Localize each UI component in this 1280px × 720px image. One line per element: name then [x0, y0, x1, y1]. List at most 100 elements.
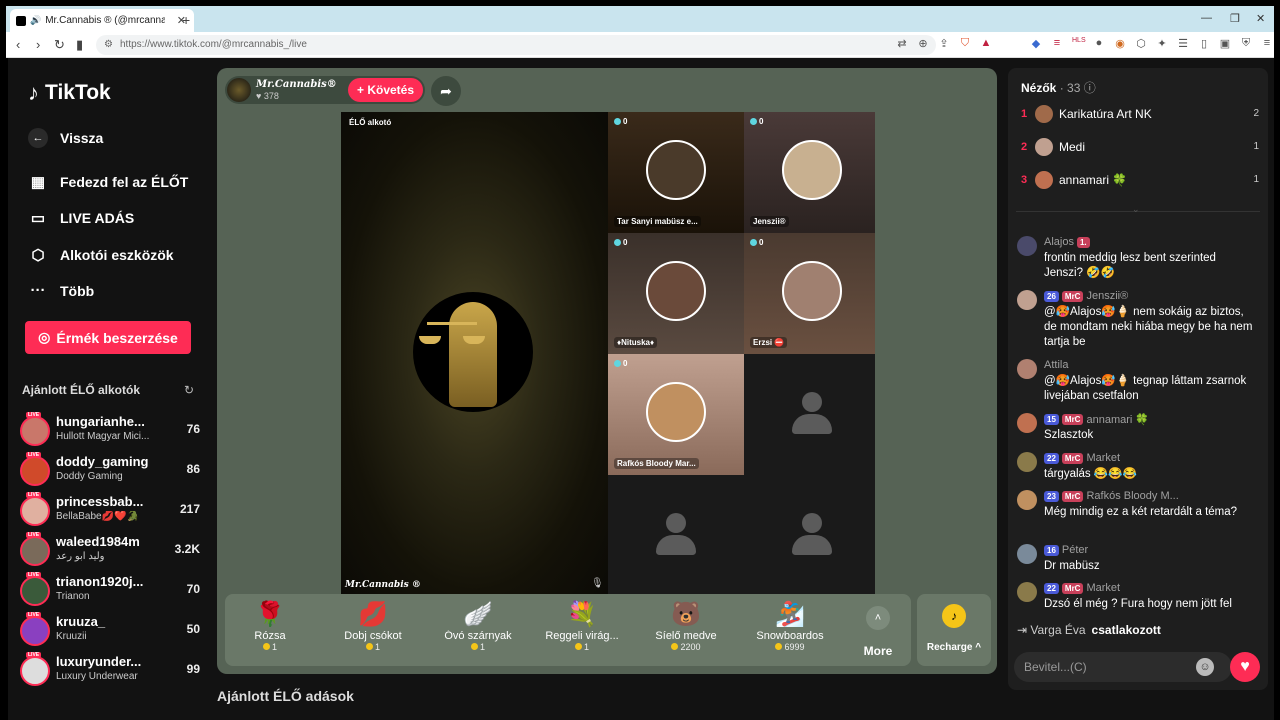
guest-avatar [782, 140, 842, 200]
video-stage[interactable]: ÉLŐ alkotó Mr.Cannabis ® 🎙 0 Tar Sanyi m… [341, 112, 875, 594]
host-avatar[interactable] [227, 78, 251, 102]
creator-item[interactable]: LIVE trianon1920j... Trianon 70 [20, 572, 200, 610]
gift-item[interactable]: 💐 Reggeli virág... 1 [537, 600, 627, 652]
refresh-icon[interactable]: ↻ [184, 383, 194, 397]
guest-count-badge: 0 [614, 117, 627, 126]
extension-5-icon[interactable]: ⬡ [1135, 37, 1147, 50]
guest-slot[interactable]: 0 Tar Sanyi mabüsz e... [608, 112, 744, 233]
extension-2-icon[interactable]: ≡ [1051, 37, 1063, 50]
price-value: 1 [583, 642, 589, 652]
guest-avatar [782, 261, 842, 321]
creator-name: doddy_gaming [56, 454, 149, 469]
guest-slot[interactable]: 0 Erzsi ⛔ [744, 233, 875, 354]
gift-name: Reggeli virág... [545, 630, 619, 642]
url-field[interactable]: ⚙ https://www.tiktok.com/@mrcannabis_/li… [96, 35, 936, 55]
info-icon[interactable]: ⓘ [1084, 81, 1096, 95]
nav-creator-tools[interactable]: ⬡ Alkotói eszközök [28, 246, 173, 264]
minimize-icon[interactable]: — [1201, 12, 1212, 24]
creator-avatar [20, 616, 50, 646]
gift-name: Snowboardos [756, 630, 824, 642]
translate-icon[interactable]: ⇄ [896, 37, 908, 50]
restore-icon[interactable]: ❐ [1230, 12, 1240, 25]
zoom-icon[interactable]: ⊕ [917, 37, 929, 50]
browser-tab[interactable]: 🔊 Mr.Cannabis ® (@mrcannab ✕ [10, 9, 194, 32]
sidebar-toggle-icon[interactable]: ▯ [1198, 37, 1210, 50]
hls-extension-icon[interactable]: HLS [1072, 37, 1086, 50]
speaker-icon[interactable]: 🔊 [30, 15, 41, 26]
menu-icon[interactable]: ≡ [1261, 37, 1273, 50]
creator-item[interactable]: LIVE princessbab... BellaBabe💋❤️🐊 217 [20, 492, 200, 530]
gift-item[interactable]: 🐻 Síelő medve 2200 [641, 600, 731, 652]
gift-item[interactable]: 💋 Dobj csókot 1 [328, 600, 418, 652]
coin-icon: ◎ [38, 329, 51, 345]
gift-name: Síelő medve [655, 630, 717, 642]
tiktok-note-icon: ♪ [28, 80, 39, 105]
creator-item[interactable]: LIVE hungarianhe... Hullott Magyar Mici.… [20, 412, 200, 450]
creator-avatar [20, 536, 50, 566]
host-video[interactable]: ÉLŐ alkotó Mr.Cannabis ® 🎙 [341, 112, 608, 594]
guest-slot[interactable]: 0 ♦Nituska♦ [608, 233, 744, 354]
follow-button[interactable]: + Követés [348, 78, 423, 102]
empty-guest-slot[interactable] [608, 475, 744, 594]
creator-name: princessbab... [56, 494, 144, 509]
top-viewer[interactable]: 3 annamari 🍀 1 [1021, 171, 1259, 191]
expand-chevron-icon[interactable]: ⌄ [1132, 204, 1140, 215]
url-text: https://www.tiktok.com/@mrcannabis_/live [120, 39, 307, 50]
creator-item[interactable]: LIVE luxuryunder... Luxury Underwear 99 [20, 652, 200, 690]
viewers-count: · 33 [1059, 81, 1081, 95]
host-name[interactable]: Mr.Cannabis® [256, 79, 337, 90]
nav-more[interactable]: ··· Több [28, 282, 95, 299]
nav-back[interactable]: ← Vissza [28, 128, 103, 148]
chat-header: Alajos 1. [1044, 236, 1090, 248]
share-page-icon[interactable]: ⇪ [938, 37, 950, 50]
creator-item[interactable]: LIVE doddy_gaming Doddy Gaming 86 [20, 452, 200, 490]
like-heart-button[interactable]: ♥ [1230, 652, 1260, 682]
extensions-icon[interactable]: ✦ [1156, 37, 1168, 50]
new-tab-icon[interactable]: + [182, 12, 190, 28]
gift-item[interactable]: 🪽 Óvó szárnyak 1 [433, 600, 523, 652]
guest-slot[interactable]: 0 Rafkós Bloody Mar... [608, 354, 744, 475]
empty-guest-slot[interactable] [744, 354, 875, 475]
nav-go-live[interactable]: ▭ LIVE ADÁS [28, 209, 134, 227]
vpn-icon[interactable]: ⛨ [1240, 37, 1252, 50]
playlist-icon[interactable]: ☰ [1177, 37, 1189, 50]
wallet-icon[interactable]: ▣ [1219, 37, 1231, 50]
recharge-button[interactable]: ♪ Recharge ^ [917, 594, 991, 666]
empty-guest-slot[interactable] [744, 475, 875, 594]
rewards-icon[interactable]: ▲ [980, 37, 992, 50]
creator-item[interactable]: LIVE waleed1984m وليد ابو رعد 3.2K [20, 532, 200, 570]
emoji-icon[interactable]: ☺ [1196, 658, 1214, 676]
site-info-icon[interactable]: ⚙ [104, 35, 113, 55]
video-camera-icon: ▭ [30, 210, 46, 227]
joined-user[interactable]: Varga Éva [1030, 623, 1085, 637]
bookmark-icon[interactable]: ▮ [76, 37, 83, 53]
gift-item[interactable]: 🏂 Snowboardos 6999 [745, 600, 835, 652]
chat-text: Még mindig ez a két retardált a téma? [1044, 506, 1238, 518]
chat-avatar [1017, 544, 1037, 564]
extension-4-icon[interactable]: ◉ [1114, 37, 1126, 50]
creator-subtitle: Hullott Magyar Mici... [56, 431, 150, 442]
creator-item[interactable]: LIVE kruuza_ Kruuzii 50 [20, 612, 200, 650]
extension-3-icon[interactable]: ● [1093, 37, 1105, 50]
brave-shield-icon[interactable]: ⛉ [959, 37, 971, 50]
top-viewer[interactable]: 1 Karikatúra Art NK 2 [1021, 105, 1259, 125]
guest-count: 0 [623, 238, 628, 247]
more-gifts-button[interactable]: ˄ More [853, 606, 903, 658]
empty-user-icon [792, 513, 832, 559]
back-icon[interactable]: ‹ [16, 37, 20, 52]
viewers-header[interactable]: Nézők · 33 ⓘ [1021, 79, 1096, 96]
share-icon[interactable]: ➦ [431, 76, 461, 106]
guest-slot[interactable]: 0 Jenszii® [744, 112, 875, 233]
forward-icon[interactable]: › [36, 37, 40, 52]
calendar-live-icon: ▦ [30, 174, 46, 191]
get-coins-button[interactable]: ◎ Érmék beszerzése [25, 321, 191, 354]
chat-avatar [1017, 290, 1037, 310]
nav-explore-live[interactable]: ▦ Fedezd fel az ÉLŐT [28, 173, 188, 191]
top-viewer[interactable]: 2 Medi 1 [1021, 138, 1259, 158]
gift-item[interactable]: 🌹 Rózsa 1 [225, 600, 315, 652]
extension-1-icon[interactable]: ◆ [1030, 37, 1042, 50]
tiktok-logo[interactable]: ♪ TikTok [28, 80, 111, 106]
window-close-icon[interactable]: ✕ [1256, 12, 1265, 25]
join-notice: ⇥ Varga Éva csatlakozott [1017, 623, 1161, 637]
reload-icon[interactable]: ↻ [54, 37, 65, 53]
